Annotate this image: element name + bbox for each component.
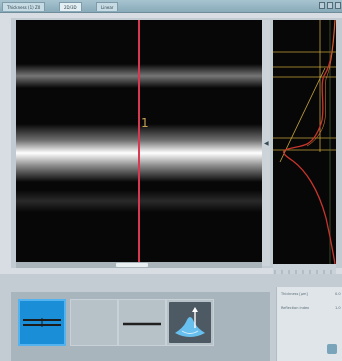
intensity-profile-curve <box>283 20 336 264</box>
title-bar <box>0 0 342 13</box>
3d-view-tool-button[interactable] <box>166 299 214 346</box>
line-profile-icon <box>23 318 61 327</box>
tab-thickness[interactable]: Thickness (1) Z0 <box>2 2 46 11</box>
cursor-label: 1 <box>141 116 149 130</box>
secondary-profile-curve <box>306 20 336 147</box>
scrollbar-thumb[interactable] <box>116 263 148 267</box>
profile-diagonal-marker <box>279 67 326 163</box>
thickness-value: 0.0 <box>335 292 341 296</box>
blank-tool-button[interactable] <box>70 299 118 346</box>
measurement-cursor-line[interactable] <box>138 20 140 262</box>
minimize-icon[interactable] <box>319 2 325 9</box>
reflection-index-value: 1.0 <box>335 306 341 310</box>
reflection-index-label: Reflection index <box>281 306 310 310</box>
thickness-label: Thickness [µm] <box>281 292 308 296</box>
single-line-icon <box>123 322 161 326</box>
tab-2d3d[interactable]: 2D/3D <box>59 2 82 11</box>
single-line-tool-button[interactable] <box>118 299 166 346</box>
profile-scale <box>273 264 336 275</box>
cross-section-image[interactable]: 1 <box>16 20 262 262</box>
divider-arrow-icon[interactable]: ◀ <box>264 140 269 147</box>
settings-icon[interactable] <box>327 344 337 354</box>
profile-plot-svg <box>273 20 336 264</box>
3d-surface-icon <box>169 302 211 343</box>
tab-linear[interactable]: Linear <box>96 2 119 11</box>
intensity-profile-plot[interactable] <box>273 20 336 264</box>
line-profile-tool-button[interactable] <box>18 299 66 346</box>
restore-icon[interactable] <box>327 2 333 9</box>
close-icon[interactable] <box>335 2 341 9</box>
